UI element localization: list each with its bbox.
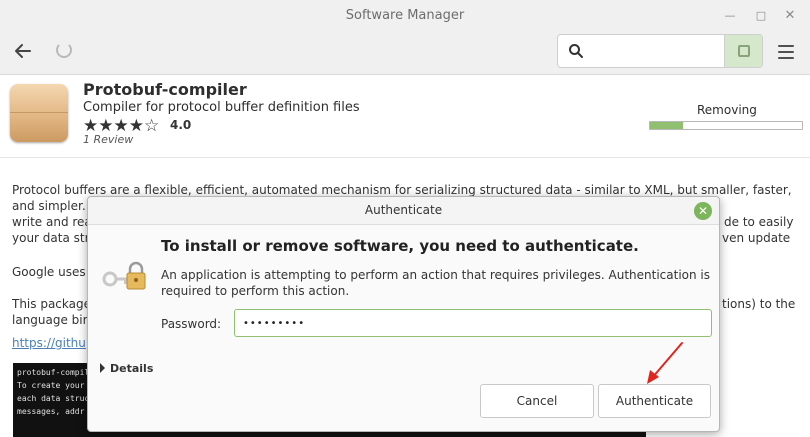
- package-name: Protobuf-compiler: [83, 80, 247, 99]
- spinner-icon: [56, 42, 72, 58]
- authenticate-button[interactable]: Authenticate: [598, 384, 711, 418]
- status-label: Removing: [697, 103, 757, 117]
- expand-triangle-icon: [100, 363, 105, 373]
- dialog-message: An application is attempting to perform …: [161, 268, 710, 298]
- password-label: Password:: [161, 317, 222, 331]
- back-arrow-icon[interactable]: [12, 40, 34, 62]
- search-filter-button[interactable]: [724, 35, 762, 67]
- dialog-body: To install or remove software, you need …: [88, 224, 719, 431]
- details-expander[interactable]: Details: [100, 362, 153, 375]
- menu-icon[interactable]: [778, 45, 794, 59]
- cancel-button[interactable]: Cancel: [480, 384, 594, 418]
- package-summary: Compiler for protocol buffer definition …: [83, 100, 360, 115]
- description-fragment: de to easily: [724, 215, 794, 229]
- lock-key-icon: [102, 261, 146, 290]
- filter-icon: [738, 45, 750, 57]
- dialog-title: Authenticate: [364, 203, 443, 217]
- description-fragment: ven update: [722, 231, 791, 245]
- dialog-close-icon[interactable]: ✕: [694, 202, 712, 220]
- homepage-link[interactable]: https://githu: [12, 335, 92, 351]
- description-fragment: tions) to the: [722, 297, 796, 311]
- search-icon: [569, 44, 583, 58]
- search-input[interactable]: [592, 39, 722, 63]
- maximize-icon[interactable]: □: [753, 8, 769, 24]
- dialog-heading: To install or remove software, you need …: [161, 237, 639, 255]
- details-label: Details: [110, 362, 154, 375]
- password-field[interactable]: [234, 309, 712, 337]
- title-bar: Software Manager — □ ✕: [0, 0, 810, 32]
- progress-bar: [649, 121, 803, 130]
- minimize-icon[interactable]: —: [722, 8, 738, 24]
- divider: [0, 157, 810, 158]
- authenticate-dialog: Authenticate ✕ To install or remove soft…: [87, 196, 720, 432]
- close-icon[interactable]: ✕: [782, 8, 798, 24]
- rating-value: 4.0: [170, 118, 192, 132]
- package-icon: [10, 84, 68, 142]
- toolbar: [0, 32, 810, 75]
- review-count[interactable]: 1 Review: [83, 133, 133, 146]
- progress-fill: [650, 122, 684, 129]
- window-title: Software Manager: [345, 8, 465, 23]
- annotation-arrow-icon: [647, 342, 683, 384]
- search-box[interactable]: [557, 34, 763, 68]
